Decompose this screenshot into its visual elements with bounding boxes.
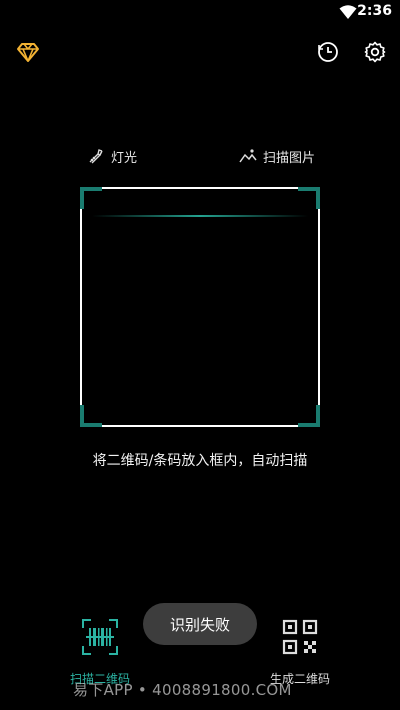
- corner-bottom-left: [80, 405, 102, 427]
- status-time: 2:36: [357, 3, 392, 19]
- flashlight-icon: [89, 149, 103, 164]
- scan-frame: [80, 187, 320, 427]
- status-bar: 2:36: [0, 0, 400, 24]
- scan-hint: 将二维码/条码放入框内，自动扫描: [92, 453, 308, 469]
- corner-bottom-right: [298, 405, 320, 427]
- corner-top-left: [80, 187, 102, 209]
- scan-line: [92, 215, 308, 217]
- qr-code-icon: [282, 619, 318, 655]
- barcode-scan-icon: [82, 619, 118, 655]
- watermark: 易下APP • 4008891800.COM: [73, 681, 292, 699]
- diamond-icon[interactable]: [16, 40, 40, 64]
- image-icon: [239, 149, 257, 163]
- flashlight-toggle[interactable]: 灯光: [87, 146, 137, 166]
- scan-picture-label: 扫描图片: [263, 150, 316, 166]
- tab-generate-qr[interactable]: 生成二维码: [255, 618, 345, 687]
- clock-icon[interactable]: [316, 40, 340, 64]
- wifi-icon: [339, 5, 357, 19]
- toast-message: 识别失败: [143, 603, 257, 645]
- flashlight-label: 灯光: [111, 150, 138, 166]
- corner-top-right: [298, 187, 320, 209]
- tab-scan-qr[interactable]: 扫描二维码: [55, 618, 145, 687]
- gear-icon[interactable]: [363, 40, 387, 64]
- scan-picture-button[interactable]: 扫描图片: [239, 146, 315, 166]
